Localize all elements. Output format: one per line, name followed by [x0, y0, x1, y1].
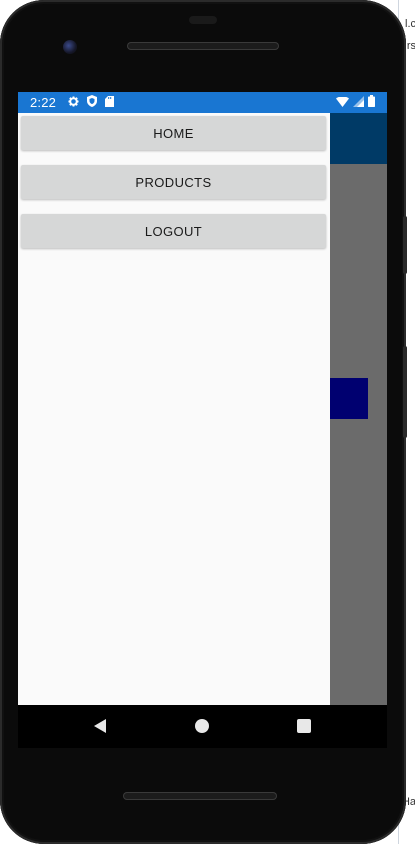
- background-text-1: l.c: [405, 18, 415, 30]
- front-camera-icon: [63, 40, 77, 54]
- navigation-drawer: HOME PRODUCTS LOGOUT: [18, 113, 330, 705]
- signal-icon: [353, 94, 364, 112]
- bottom-speaker: [123, 792, 277, 800]
- home-button[interactable]: HOME: [21, 116, 326, 150]
- status-bar: 2:22: [18, 92, 387, 113]
- status-time: 2:22: [30, 95, 57, 110]
- wifi-icon: [336, 94, 349, 112]
- background-text-2: rs: [406, 40, 415, 52]
- sd-card-icon: [105, 94, 115, 112]
- proximity-sensor: [189, 16, 217, 24]
- gear-icon: [68, 94, 79, 112]
- app-content-box[interactable]: [330, 378, 368, 419]
- recents-icon[interactable]: [297, 719, 311, 733]
- system-navigation-bar: [18, 705, 387, 748]
- volume-button[interactable]: [403, 346, 407, 438]
- phone-frame: 2:22 HOME PRODUCTS LOGOUT: [0, 0, 407, 844]
- power-button[interactable]: [403, 216, 407, 274]
- battery-icon: [368, 94, 375, 112]
- logout-button[interactable]: LOGOUT: [21, 214, 326, 248]
- screen: 2:22 HOME PRODUCTS LOGOUT: [18, 92, 387, 705]
- back-icon[interactable]: [94, 719, 106, 733]
- top-speaker: [127, 42, 279, 50]
- home-icon[interactable]: [195, 719, 209, 733]
- shield-icon: [87, 94, 98, 112]
- products-button[interactable]: PRODUCTS: [21, 165, 326, 199]
